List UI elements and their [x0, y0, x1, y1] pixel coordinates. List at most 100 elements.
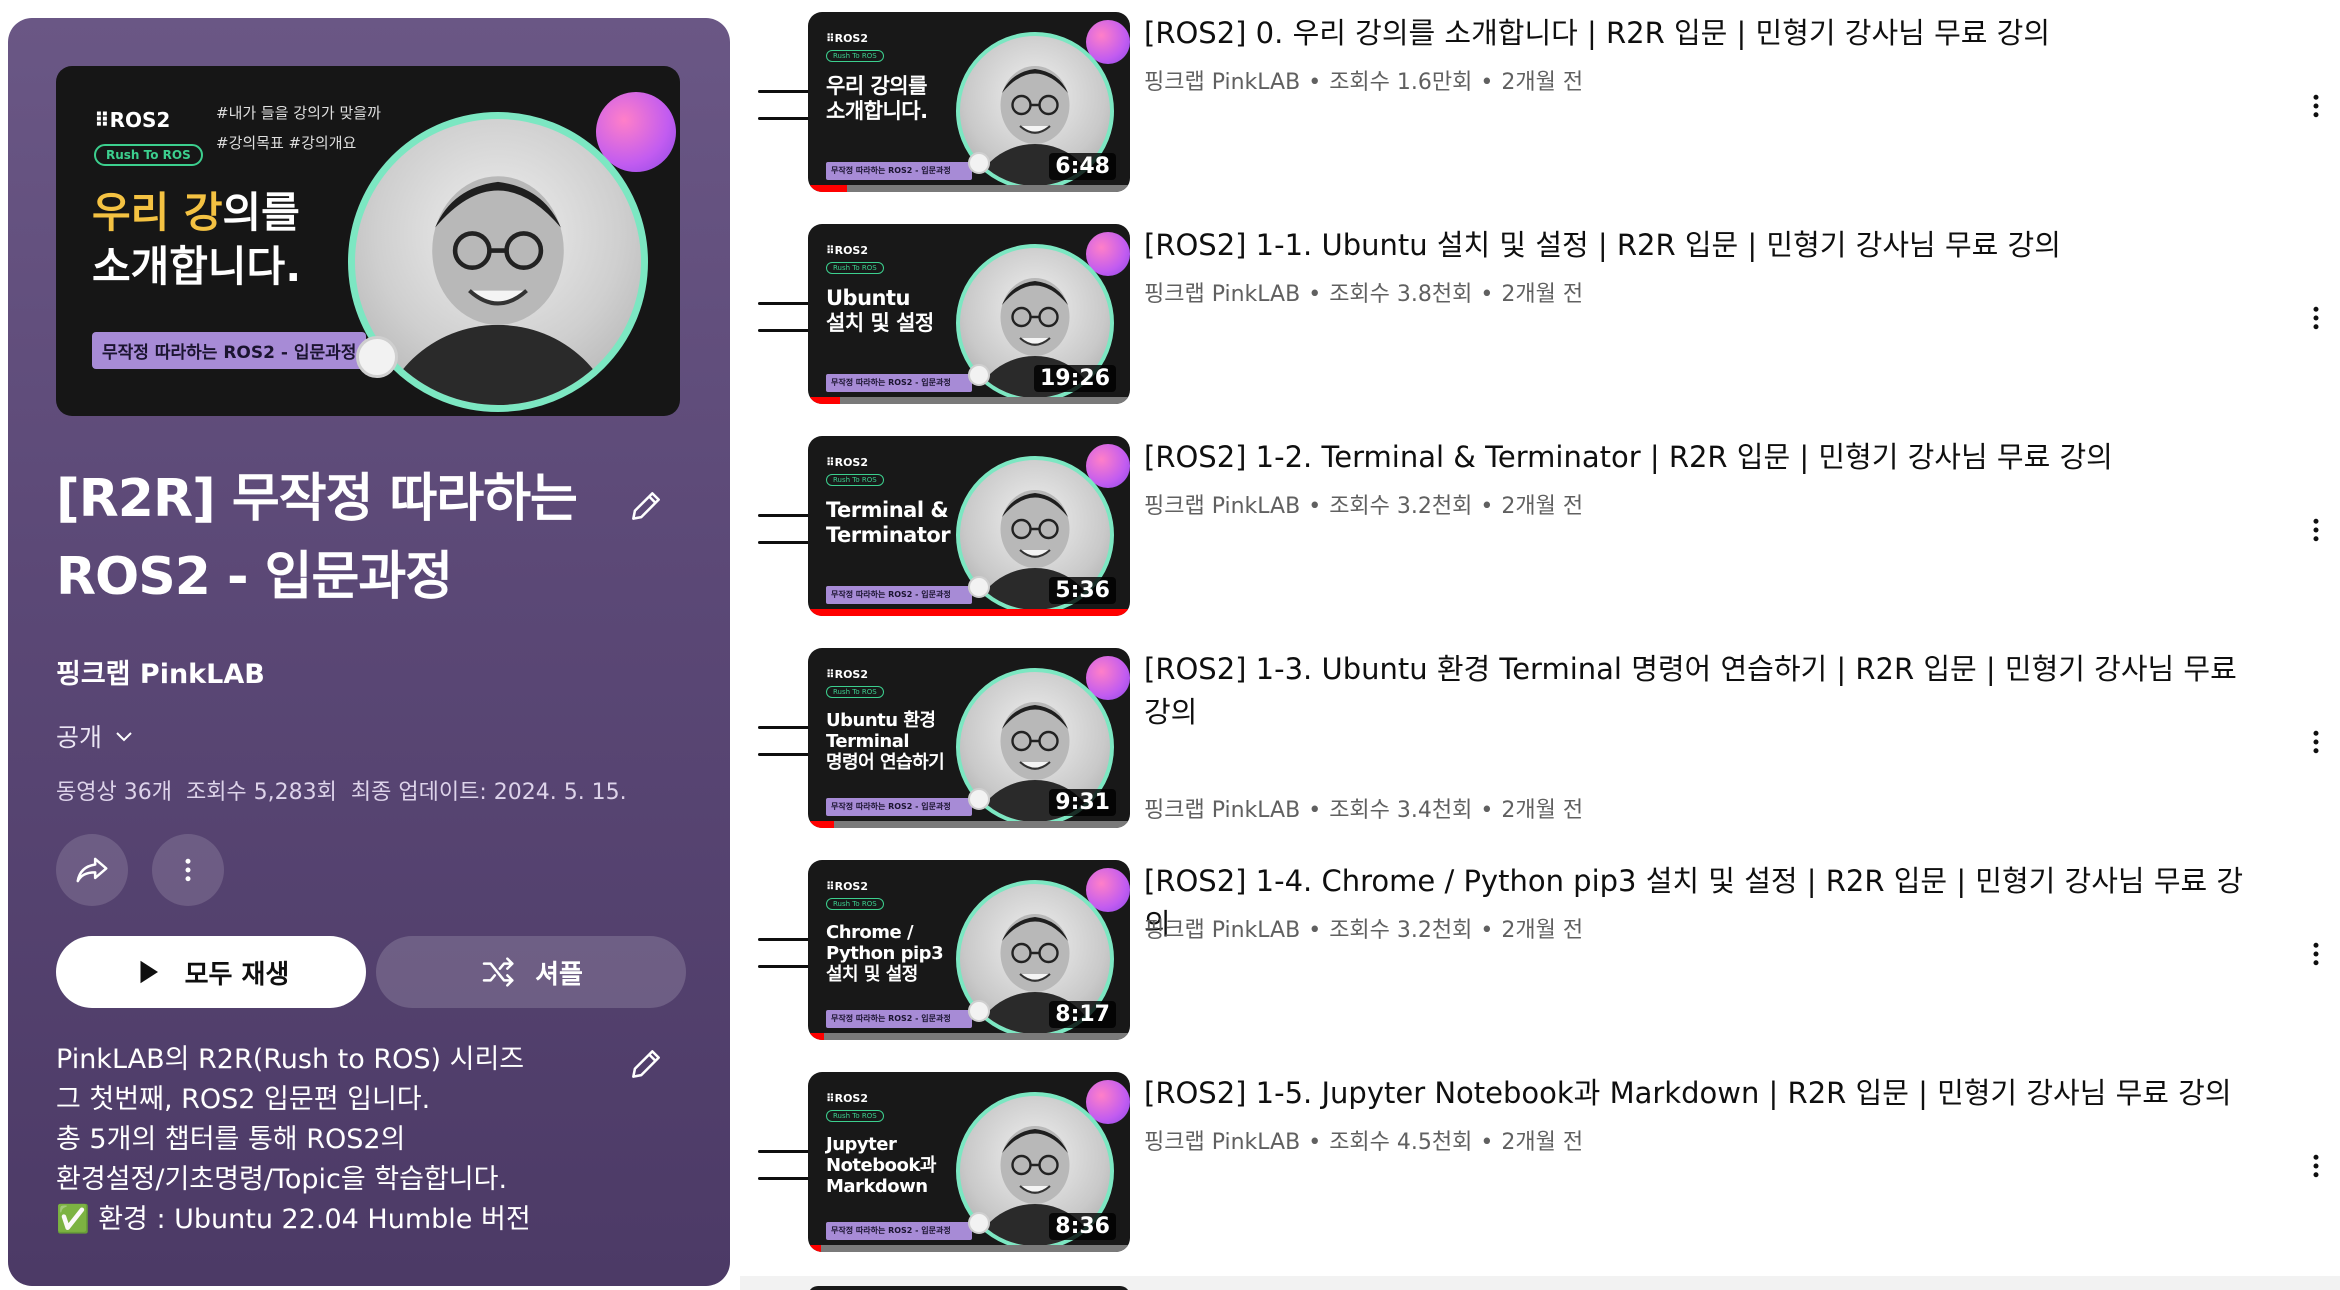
drag-handle-icon[interactable]: [758, 90, 810, 120]
video-title[interactable]: [ROS2] 1-3. Ubuntu 환경 Terminal 명령어 연습하기 …: [1144, 648, 2264, 734]
thumb-headline: Ubuntu 환경 Terminal 명령어 연습하기: [826, 710, 966, 773]
video-thumbnail[interactable]: ⠿ROS2 Rush To ROS Chrome / Python pip3 설치 …: [808, 860, 1130, 1040]
video-title[interactable]: [ROS2] 1-5. Jupyter Notebook과 Markdown |…: [1144, 1072, 2264, 1115]
video-title[interactable]: [ROS2] 0. 우리 강의를 소개합니다 | R2R 입문 | 민형기 강사…: [1144, 12, 2264, 55]
drag-handle-icon[interactable]: [758, 514, 810, 544]
thumb-headline: Jupyter Notebook과 Markdown: [826, 1134, 966, 1197]
thumb-white-dot: [968, 576, 990, 598]
hero-headline-line2: 소개합니다.: [92, 242, 302, 291]
video-channel[interactable]: 핑크랩 PinkLAB: [1144, 918, 1300, 943]
playlist-video-row[interactable]: ⠿ROS2 Rush To ROS 우리 강의를 소개합니다. 무작정 따라하는 …: [740, 0, 2340, 212]
video-more-button[interactable]: [2296, 292, 2336, 344]
video-duration: 8:17: [1049, 1001, 1116, 1028]
video-age: 2개월 전: [1501, 282, 1584, 307]
video-views: 조회수 3.2천회: [1329, 918, 1473, 943]
thumb-pill: Rush To ROS: [826, 898, 884, 910]
more-vertical-icon: [2313, 1154, 2319, 1178]
meta-separator: •: [1308, 1130, 1322, 1155]
video-channel[interactable]: 핑크랩 PinkLAB: [1144, 70, 1300, 95]
shuffle-button[interactable]: 셔플: [376, 936, 686, 1008]
video-channel[interactable]: 핑크랩 PinkLAB: [1144, 282, 1300, 307]
last-updated: 최종 업데이트: 2024. 5. 15.: [350, 780, 627, 805]
video-views: 조회수 3.8천회: [1329, 282, 1473, 307]
playlist-video-row[interactable]: ⠿ROS2 Rush To ROS Ubuntu 설치 및 설정 무작정 따라하는…: [740, 212, 2340, 424]
thumb-brand: ⠿ROS2: [826, 668, 868, 681]
thumb-course-bar: 무작정 따라하는 ROS2 - 입문과정: [826, 1010, 972, 1028]
video-channel[interactable]: 핑크랩 PinkLAB: [1144, 1130, 1300, 1155]
playlist-video-list: ⠿ROS2 Rush To ROS 우리 강의를 소개합니다. 무작정 따라하는 …: [740, 0, 2340, 1290]
thumb-headline-line: Terminator: [826, 523, 951, 547]
video-age: 2개월 전: [1501, 798, 1584, 823]
video-more-button[interactable]: [2296, 80, 2336, 132]
meta-separator: •: [1480, 918, 1494, 943]
playlist-hero-thumbnail[interactable]: ⠿ROS2 Rush To ROS #내가 들을 강의가 맞을까 #강의목표 #…: [56, 66, 680, 416]
video-title[interactable]: [ROS2] 1-2. Terminal & Terminator | R2R …: [1144, 436, 2264, 479]
playlist-channel-link[interactable]: 핑크랩 PinkLAB: [56, 652, 265, 691]
hero-course-bar: 무작정 따라하는 ROS2 - 입문과정: [92, 332, 367, 369]
video-thumbnail[interactable]: ⠿ROS2 Rush To ROS 우리 강의를 소개합니다. 무작정 따라하는 …: [808, 12, 1130, 192]
video-meta: 핑크랩 PinkLAB • 조회수 1.6만회 • 2개월 전: [1144, 64, 1583, 96]
video-age: 2개월 전: [1501, 70, 1584, 95]
video-duration: 19:26: [1033, 365, 1116, 392]
thumb-white-dot: [968, 788, 990, 810]
thumb-course-bar: 무작정 따라하는 ROS2 - 입문과정: [826, 162, 972, 180]
privacy-dropdown[interactable]: 공개: [56, 718, 136, 754]
drag-handle-icon[interactable]: [758, 938, 810, 968]
thumb-brand: ⠿ROS2: [826, 1092, 868, 1105]
edit-description-button[interactable]: [620, 1038, 672, 1090]
video-more-button[interactable]: [2296, 504, 2336, 556]
video-more-button[interactable]: [2296, 716, 2336, 768]
thumb-headline-line: Chrome /: [826, 922, 914, 943]
more-vertical-icon: [2313, 94, 2319, 118]
meta-separator: •: [1480, 798, 1494, 823]
privacy-label: 공개: [56, 723, 103, 752]
playlist-more-button[interactable]: [152, 834, 224, 906]
video-title[interactable]: [ROS2] 1-1. Ubuntu 설치 및 설정 | R2R 입문 | 민형…: [1144, 224, 2264, 267]
video-thumbnail[interactable]: ⠿ROS2 Rush To ROS Jupyter Notebook과 Markdo…: [808, 1072, 1130, 1252]
video-thumbnail[interactable]: ⠿ROS2 Rush To ROS Ubuntu 환경 Terminal 명령어 연…: [808, 648, 1130, 828]
next-row-peek: [740, 1276, 2340, 1290]
video-thumbnail[interactable]: ⠿ROS2 Rush To ROS Terminal & Terminator 무…: [808, 436, 1130, 616]
playlist-video-row[interactable]: ⠿ROS2 Rush To ROS Ubuntu 환경 Terminal 명령어 연…: [740, 636, 2340, 848]
watch-progress-bar: [808, 185, 1130, 192]
hero-headline-accent: 우리 강: [92, 188, 223, 237]
video-more-button[interactable]: [2296, 1140, 2336, 1192]
thumb-pill: Rush To ROS: [826, 686, 884, 698]
video-meta: 핑크랩 PinkLAB • 조회수 3.2천회 • 2개월 전: [1144, 488, 1583, 520]
description-line: ✅ 환경 : Ubuntu 22.04 Humble 버전: [56, 1204, 531, 1235]
playlist-video-row[interactable]: ⠿ROS2 Rush To ROS Jupyter Notebook과 Markdo…: [740, 1060, 2340, 1272]
watch-progress-bar: [808, 821, 1130, 828]
thumb-headline-line: Notebook과: [826, 1155, 936, 1176]
video-channel[interactable]: 핑크랩 PinkLAB: [1144, 798, 1300, 823]
share-button[interactable]: [56, 834, 128, 906]
playlist-video-row[interactable]: ⠿ROS2 Rush To ROS Chrome / Python pip3 설치 …: [740, 848, 2340, 1060]
thumb-pill: Rush To ROS: [826, 262, 884, 274]
chevron-down-icon: [116, 732, 132, 742]
video-age: 2개월 전: [1501, 918, 1584, 943]
edit-title-button[interactable]: [620, 480, 672, 532]
thumb-course-bar: 무작정 따라하는 ROS2 - 입문과정: [826, 586, 972, 604]
shuffle-icon: [482, 957, 514, 987]
instructor-face-illustration: [383, 176, 613, 405]
thumb-pill: Rush To ROS: [826, 474, 884, 486]
watch-progress-bar: [808, 1033, 1130, 1040]
watch-progress-bar: [808, 609, 1130, 616]
video-duration: 6:48: [1049, 153, 1116, 180]
play-all-button[interactable]: 모두 재생: [56, 936, 366, 1008]
video-more-button[interactable]: [2296, 928, 2336, 980]
video-channel[interactable]: 핑크랩 PinkLAB: [1144, 494, 1300, 519]
video-thumbnail[interactable]: ⠿ROS2 Rush To ROS Ubuntu 설치 및 설정 무작정 따라하는…: [808, 224, 1130, 404]
description-line: PinkLAB의 R2R(Rush to ROS) 시리즈: [56, 1044, 525, 1075]
thumb-pill: Rush To ROS: [826, 1110, 884, 1122]
drag-handle-icon[interactable]: [758, 726, 810, 756]
thumb-white-dot: [968, 364, 990, 386]
watch-progress-fill: [808, 821, 834, 828]
watch-progress-fill: [808, 397, 841, 404]
drag-handle-icon[interactable]: [758, 1150, 810, 1180]
thumb-brand: ⠿ROS2: [826, 456, 868, 469]
drag-handle-icon[interactable]: [758, 302, 810, 332]
video-views: 조회수 4.5천회: [1329, 1130, 1473, 1155]
playlist-video-row[interactable]: ⠿ROS2 Rush To ROS Terminal & Terminator 무…: [740, 424, 2340, 636]
more-vertical-icon: [2313, 518, 2319, 542]
thumb-headline: Terminal & Terminator: [826, 498, 966, 548]
